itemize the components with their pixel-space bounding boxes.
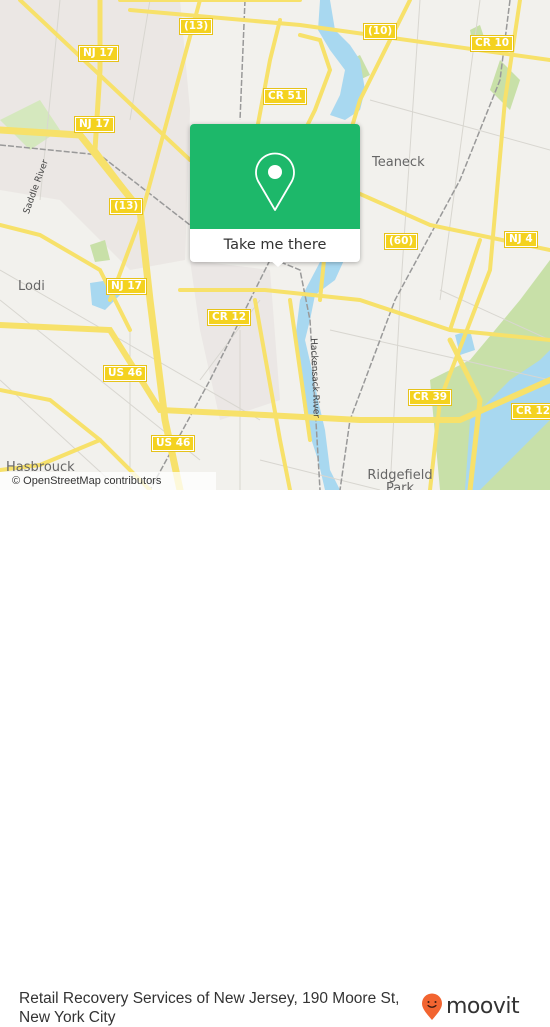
route-shield: CR 10 [469,35,515,52]
route-shield: CR 51 [262,88,308,105]
route-shield: (60) [383,233,419,250]
route-shield: CR 12 [206,309,252,326]
place-label-teaneck: Teaneck [372,155,425,170]
moovit-logo[interactable]: moovit [421,993,520,1021]
place-label-ridgefield-park: Ridgefield Park [367,468,433,490]
route-shield: CR 39 [407,389,453,406]
footer: Retail Recovery Services of New Jersey, … [0,490,550,1026]
route-shield: (10) [362,23,398,40]
map-pin-icon [255,152,295,211]
route-shield: US 46 [150,435,196,452]
route-shield: CR 12 [510,403,550,420]
route-shield: (13) [178,18,214,35]
popup-header [190,124,360,229]
location-popup[interactable]: Take me there [190,124,360,267]
route-shield: US 46 [102,365,148,382]
map[interactable]: Teaneck Lodi Hasbrouck Ridgefield Park S… [0,0,550,490]
map-attribution[interactable]: © OpenStreetMap contributors [0,472,216,490]
place-title: Retail Recovery Services of New Jersey, … [19,990,400,1026]
take-me-there-button[interactable]: Take me there [190,229,360,262]
route-shield: NJ 17 [106,278,147,295]
place-label-lodi: Lodi [18,279,45,294]
route-shield: (13) [108,198,144,215]
moovit-pin-icon [422,993,442,1020]
urban-area [190,260,280,420]
route-shield: NJ 17 [74,116,115,133]
popup-pointer [270,260,286,267]
route-shield: NJ 4 [504,231,538,248]
moovit-wordmark: moovit [446,994,520,1019]
route-shield: NJ 17 [78,45,119,62]
